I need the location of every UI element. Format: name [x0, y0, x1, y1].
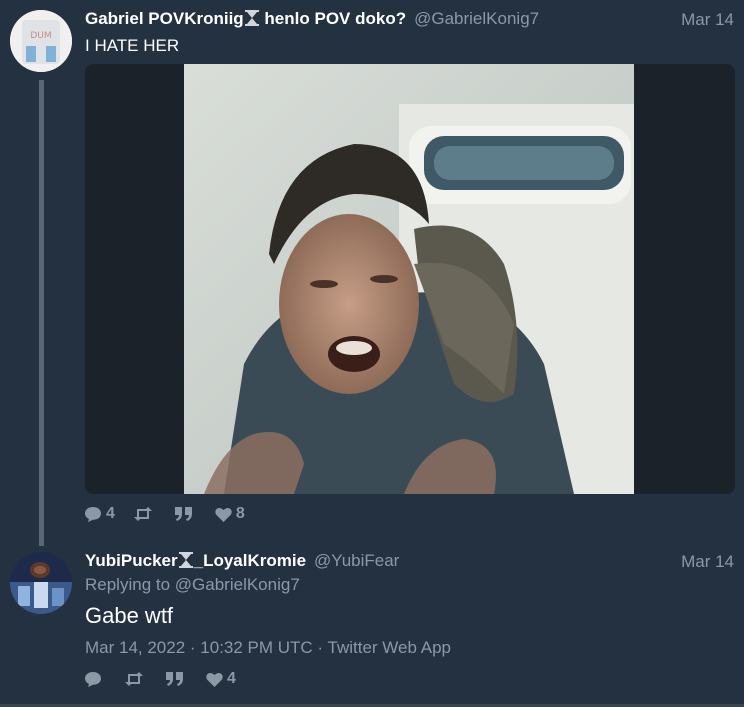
like-stat[interactable]: 4: [206, 670, 236, 688]
avatar-text: DUM: [30, 31, 51, 41]
display-name-part1: Gabriel POVKroniig: [85, 9, 244, 28]
hourglass-icon: [244, 10, 259, 26]
display-name-part2: henlo POV doko?: [259, 9, 407, 28]
reply-icon: [85, 507, 101, 522]
username-link[interactable]: @GabrielKonig7: [414, 9, 539, 29]
replying-to: Replying to @GabrielKonig7: [85, 575, 300, 595]
like-count: 8: [235, 505, 245, 522]
tweet-published[interactable]: Mar 14, 2022 · 10:32 PM UTC · Twitter We…: [85, 638, 451, 658]
avatar-image: [10, 552, 72, 614]
replying-to-prefix: Replying to: [85, 575, 175, 594]
tweet-stats: 4 8: [84, 505, 263, 523]
replying-to-link[interactable]: @GabrielKonig7: [175, 575, 300, 594]
username-link[interactable]: @YubiFear: [314, 551, 399, 571]
display-name-part2: _LoyalKromie: [193, 551, 307, 570]
reply-icon: [85, 672, 101, 687]
heart-icon: [215, 507, 232, 522]
display-name[interactable]: Gabriel POVKroniig henlo POV doko?: [85, 9, 406, 29]
heart-icon: [206, 672, 223, 687]
tweet-stats: 4: [84, 670, 254, 688]
tweet-date[interactable]: Mar 14: [681, 552, 734, 572]
avatar-yubi[interactable]: [10, 552, 72, 614]
reply-stat[interactable]: [84, 671, 106, 687]
retweet-icon: [125, 672, 143, 686]
like-count: 4: [227, 670, 236, 687]
tweet-text: Gabe wtf: [85, 603, 174, 628]
display-name[interactable]: YubiPucker _LoyalKromie: [85, 551, 306, 571]
tweet-media[interactable]: [85, 64, 735, 494]
retweet-stat[interactable]: [133, 507, 157, 521]
avatar-image: DUM: [10, 10, 72, 72]
tweet-header: YubiPucker _LoyalKromie @YubiFear: [85, 551, 399, 571]
reply-stat[interactable]: 4: [84, 505, 115, 523]
quote-icon: [174, 507, 192, 521]
media-illustration: [184, 64, 634, 494]
retweet-stat[interactable]: [124, 672, 148, 686]
quote-stat[interactable]: [166, 672, 188, 686]
reply-count: 4: [106, 505, 115, 522]
display-name-part1: YubiPucker: [85, 551, 178, 570]
retweet-icon: [133, 507, 152, 521]
like-stat[interactable]: 8: [215, 505, 245, 523]
quote-icon: [166, 672, 183, 686]
tweet-text: I HATE HER: [85, 36, 180, 55]
tweet-date[interactable]: Mar 14: [681, 10, 734, 30]
tweet-header: Gabriel POVKroniig henlo POV doko? @Gabr…: [85, 9, 539, 29]
thread-connector-line: [39, 80, 44, 546]
media-image[interactable]: [184, 64, 634, 494]
hourglass-icon: [178, 552, 193, 568]
avatar-gabriel[interactable]: DUM: [10, 10, 72, 72]
quote-stat[interactable]: [174, 507, 197, 521]
